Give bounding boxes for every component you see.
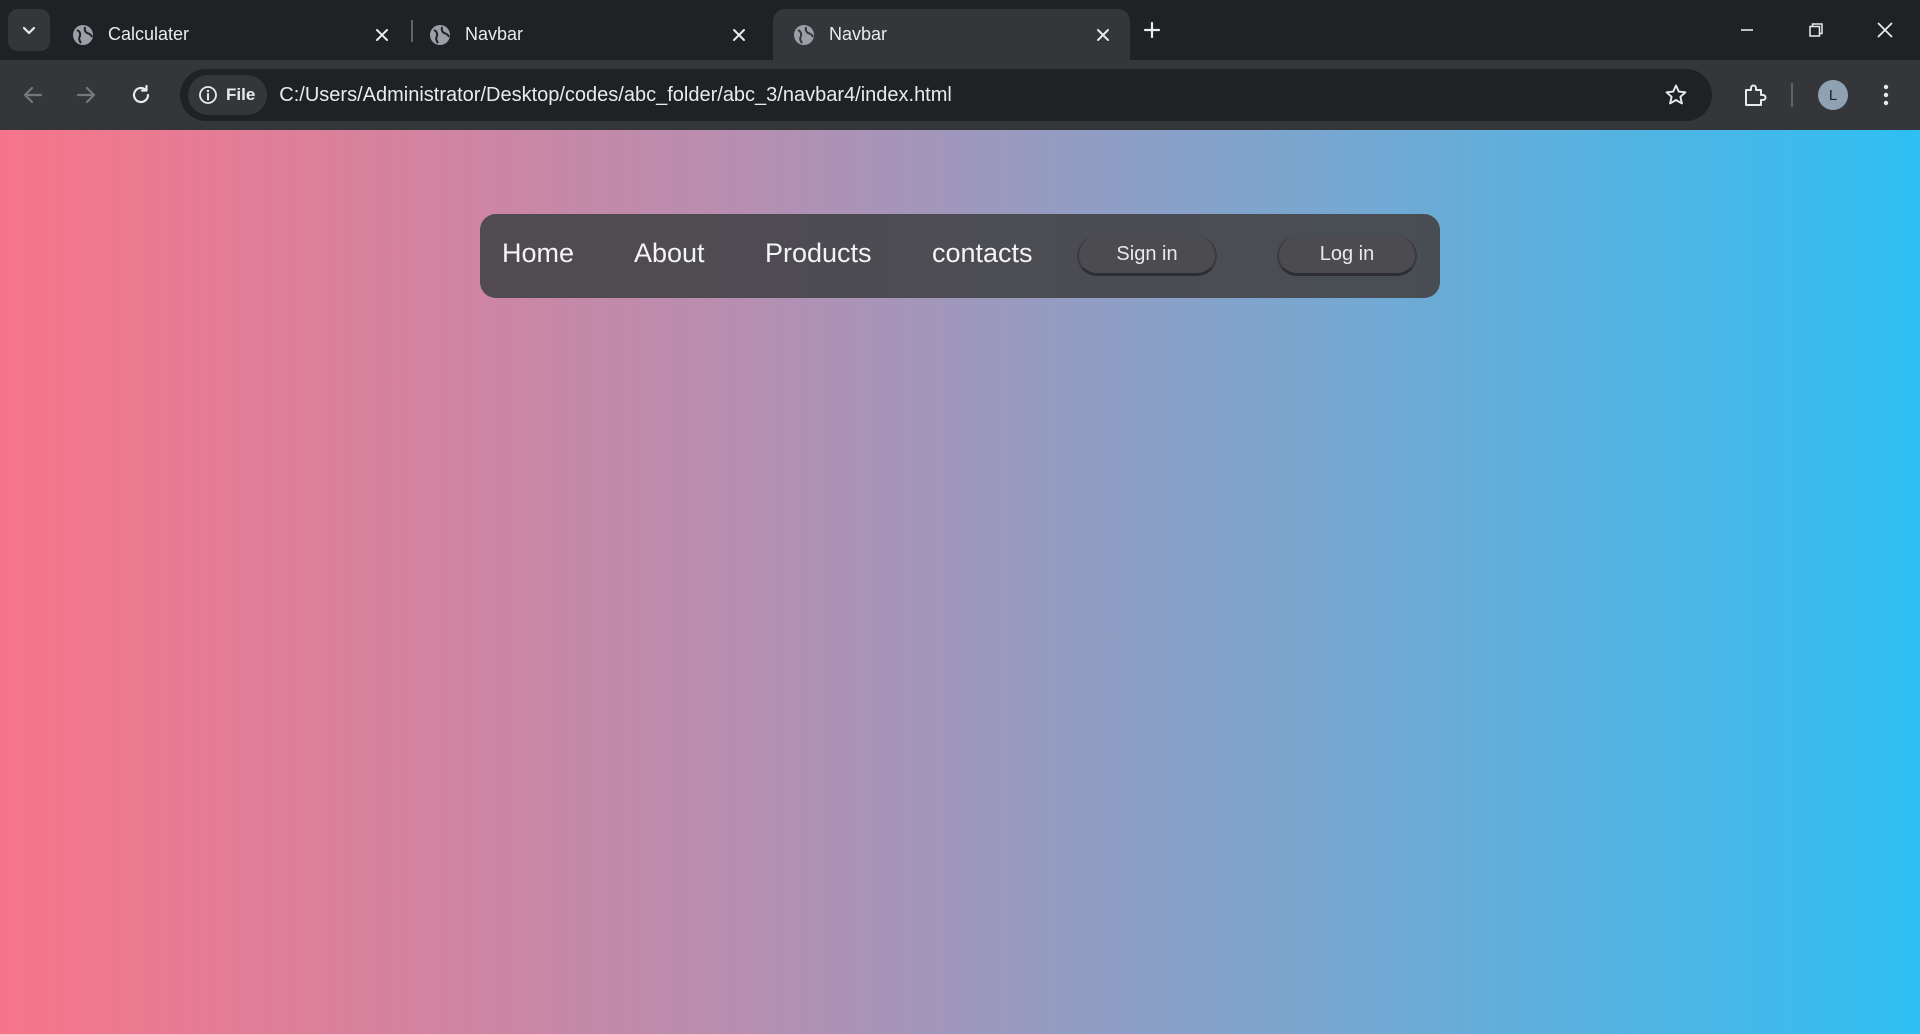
tab-navbar-1[interactable]: Navbar	[409, 9, 766, 60]
info-icon	[198, 85, 218, 105]
globe-icon	[72, 24, 94, 46]
arrow-left-icon	[22, 84, 44, 106]
star-icon	[1664, 83, 1688, 107]
minimize-button[interactable]	[1724, 8, 1770, 52]
sign-in-button[interactable]: Sign in	[1077, 236, 1217, 276]
toolbar-divider	[1791, 83, 1793, 107]
arrow-right-icon	[75, 84, 97, 106]
tab-title: Navbar	[829, 24, 888, 44]
extensions-button[interactable]	[1734, 75, 1774, 115]
restore-icon	[1808, 22, 1824, 38]
sign-in-label: Sign in	[1116, 243, 1178, 265]
site-info-label: File	[226, 85, 256, 104]
page-viewport: Home About Products contacts Sign in Log…	[0, 130, 1920, 1034]
close-icon	[1876, 21, 1894, 39]
address-bar[interactable]: File C:/Users/Administrator/Desktop/code…	[180, 69, 1712, 121]
url-text[interactable]: C:/Users/Administrator/Desktop/codes/abc…	[279, 84, 952, 107]
reload-button[interactable]	[121, 75, 161, 115]
log-in-button[interactable]: Log in	[1277, 236, 1417, 276]
forward-button[interactable]	[66, 75, 106, 115]
plus-icon	[1143, 21, 1161, 39]
reload-icon	[130, 84, 152, 106]
minimize-icon	[1739, 22, 1755, 38]
tab-title: Navbar	[465, 24, 524, 44]
close-window-button[interactable]	[1862, 8, 1908, 52]
globe-icon	[429, 24, 451, 46]
new-tab-button[interactable]	[1134, 12, 1170, 48]
globe-icon	[793, 24, 815, 46]
menu-button[interactable]	[1866, 75, 1906, 115]
bookmark-button[interactable]	[1658, 77, 1694, 113]
kebab-menu-icon	[1882, 83, 1890, 107]
nav-link-about[interactable]: About	[634, 238, 705, 269]
nav-link-contacts[interactable]: contacts	[932, 238, 1033, 269]
tab-title: Calculater	[108, 24, 190, 44]
chevron-down-icon	[21, 22, 37, 38]
avatar-initial: L	[1828, 86, 1838, 104]
nav-link-home[interactable]: Home	[502, 238, 574, 269]
site-navbar: Home About Products contacts Sign in Log…	[480, 214, 1440, 298]
restore-button[interactable]	[1793, 8, 1839, 52]
site-info-chip[interactable]: File	[188, 75, 268, 115]
avatar[interactable]: L	[1818, 80, 1848, 110]
close-icon[interactable]	[728, 24, 750, 46]
tab-strip: Calculater Navbar Navbar	[0, 0, 1920, 60]
close-icon[interactable]	[371, 24, 393, 46]
log-in-label: Log in	[1319, 243, 1375, 265]
tab-search-button[interactable]	[8, 9, 50, 51]
puzzle-icon	[1741, 82, 1767, 108]
browser-toolbar: File C:/Users/Administrator/Desktop/code…	[0, 60, 1920, 130]
tab-calculater[interactable]: Calculater	[52, 9, 409, 60]
back-button[interactable]	[13, 75, 53, 115]
close-icon[interactable]	[1092, 24, 1114, 46]
nav-link-products[interactable]: Products	[765, 238, 872, 269]
tab-navbar-active[interactable]: Navbar	[773, 9, 1130, 60]
